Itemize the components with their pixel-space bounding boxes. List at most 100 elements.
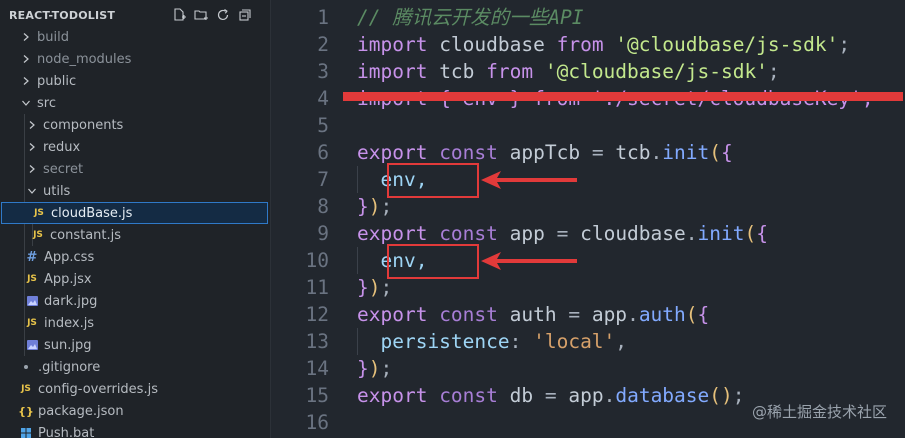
code-token: (: [709, 141, 722, 164]
code-token: init: [697, 222, 745, 245]
tree-item-sun-jpg[interactable]: sun.jpg: [0, 334, 270, 356]
tree-item-config-overrides-js[interactable]: JS config-overrides.js: [0, 378, 270, 400]
code-token: const: [439, 303, 510, 326]
code-line[interactable]: 6 export const appTcb = tcb.init({: [271, 139, 905, 166]
code-token: (: [685, 303, 698, 326]
code-line[interactable]: 1 // 腾讯云开发的一些API: [271, 4, 905, 31]
line-number: 15: [305, 384, 329, 407]
refresh-icon[interactable]: [215, 7, 231, 23]
tree-item-src[interactable]: src: [0, 92, 270, 114]
code-token: {: [721, 141, 733, 164]
tree-item-utils[interactable]: utils: [0, 180, 270, 202]
tree-item-push-bat[interactable]: Push.bat: [0, 422, 270, 438]
code-line[interactable]: 10 env,: [271, 247, 905, 274]
code-token: auth: [509, 303, 569, 326]
tree-item-app-css[interactable]: # App.css: [0, 246, 270, 268]
code-token: import: [357, 33, 440, 56]
git-file-icon: [19, 361, 33, 373]
chevron-right-icon[interactable]: [19, 30, 33, 44]
chevron-down-icon[interactable]: [19, 96, 33, 110]
tree-item-constant-js[interactable]: JS constant.js: [0, 224, 270, 246]
line-number: 9: [317, 222, 329, 245]
redaction-strikethrough: [343, 92, 903, 101]
chevron-right-icon[interactable]: [25, 118, 39, 132]
chevron-right-icon[interactable]: [25, 162, 39, 176]
code-token: export: [357, 303, 440, 326]
javascript-file-icon: JS: [34, 208, 44, 218]
code-line[interactable]: 13 persistence: 'local',: [271, 328, 905, 355]
tree-item-label: node_modules: [37, 51, 132, 67]
code-text: });: [357, 355, 392, 382]
code-token: const: [439, 222, 510, 245]
code-line[interactable]: 9 export const app = cloudbase.init({: [271, 220, 905, 247]
tree-item-dark-jpg[interactable]: dark.jpg: [0, 290, 270, 312]
new-folder-icon[interactable]: [193, 7, 209, 23]
tree-item-index-js[interactable]: JS index.js: [0, 312, 270, 334]
code-line[interactable]: 14});: [271, 355, 905, 382]
code-line[interactable]: 8});: [271, 193, 905, 220]
code-token: const: [439, 141, 510, 164]
code-line[interactable]: 11});: [271, 274, 905, 301]
code-line[interactable]: 3 import tcb from '@cloudbase/js-sdk';: [271, 58, 905, 85]
tree-item-label: components: [43, 117, 124, 133]
new-file-icon[interactable]: [171, 7, 187, 23]
tree-item-public[interactable]: public: [0, 70, 270, 92]
tree-item-label: src: [37, 95, 56, 111]
chevron-down-icon[interactable]: [25, 184, 39, 198]
line-number: 2: [317, 33, 329, 56]
css-file-icon: #: [26, 249, 38, 265]
code-token: ;: [380, 195, 393, 218]
tree-item-label: secret: [43, 161, 84, 177]
indent-guide: [357, 328, 358, 355]
code-token: ,: [615, 330, 628, 353]
explorer-sidebar: REACT-TODOLIST build node_modules public sr…: [0, 0, 271, 438]
code-token: ;: [838, 33, 851, 56]
code-token: app: [591, 303, 628, 326]
line-number: 8: [317, 195, 329, 218]
code-text: import tcb from '@cloudbase/js-sdk';: [357, 58, 780, 85]
code-token: =: [568, 303, 592, 326]
code-editor[interactable]: 1 // 腾讯云开发的一些API 2 import cloudbase from '@…: [271, 0, 905, 438]
tree-item-components[interactable]: components: [0, 114, 270, 136]
line-number: 6: [317, 141, 329, 164]
code-text: // 腾讯云开发的一些API: [357, 4, 583, 31]
chevron-right-icon[interactable]: [19, 74, 33, 88]
code-line[interactable]: 5: [271, 112, 905, 139]
code-line[interactable]: 2 import cloudbase from '@cloudbase/js-sd…: [271, 31, 905, 58]
code-token: from: [556, 33, 616, 56]
code-token: ): [368, 276, 381, 299]
tree-item-node-modules[interactable]: node_modules: [0, 48, 270, 70]
code-text: export const appTcb = tcb.init({: [357, 139, 733, 166]
tree-item-app-jsx[interactable]: JS App.jsx: [0, 268, 270, 290]
javascript-file-icon: JS: [27, 318, 37, 328]
tree-item-build[interactable]: build: [0, 26, 270, 48]
line-number: 11: [305, 276, 329, 299]
line-number: 14: [305, 357, 329, 380]
tree-item-label: App.jsx: [44, 271, 92, 287]
indent-guide: [357, 247, 358, 274]
tree-item-secret[interactable]: secret: [0, 158, 270, 180]
code-token: app: [568, 384, 604, 407]
code-token: .: [603, 384, 616, 407]
tree-item-cloudbase-js[interactable]: JS cloudBase.js: [1, 202, 268, 224]
tree-item-redux[interactable]: redux: [0, 136, 270, 158]
chevron-right-icon[interactable]: [25, 140, 39, 154]
line-number: 1: [317, 6, 329, 29]
collapse-all-icon[interactable]: [237, 7, 253, 23]
code-token: init: [662, 141, 710, 164]
code-token: tcb: [615, 141, 651, 164]
json-file-icon: {}: [18, 404, 34, 418]
code-line[interactable]: 7 env,: [271, 166, 905, 193]
chevron-right-icon[interactable]: [19, 52, 33, 66]
code-text: persistence: 'local',: [357, 328, 627, 355]
tree-item-label: utils: [43, 183, 71, 199]
code-token: }: [357, 357, 369, 380]
code-token: .: [685, 222, 698, 245]
tree-item-package-json[interactable]: {} package.json: [0, 400, 270, 422]
arrow-left-icon: [481, 171, 577, 189]
tree-item-label: public: [37, 73, 77, 89]
code-token: =: [591, 141, 616, 164]
tree-item-gitignore[interactable]: .gitignore: [0, 356, 270, 378]
line-number: 10: [305, 249, 329, 272]
code-line[interactable]: 12 export const auth = app.auth({: [271, 301, 905, 328]
